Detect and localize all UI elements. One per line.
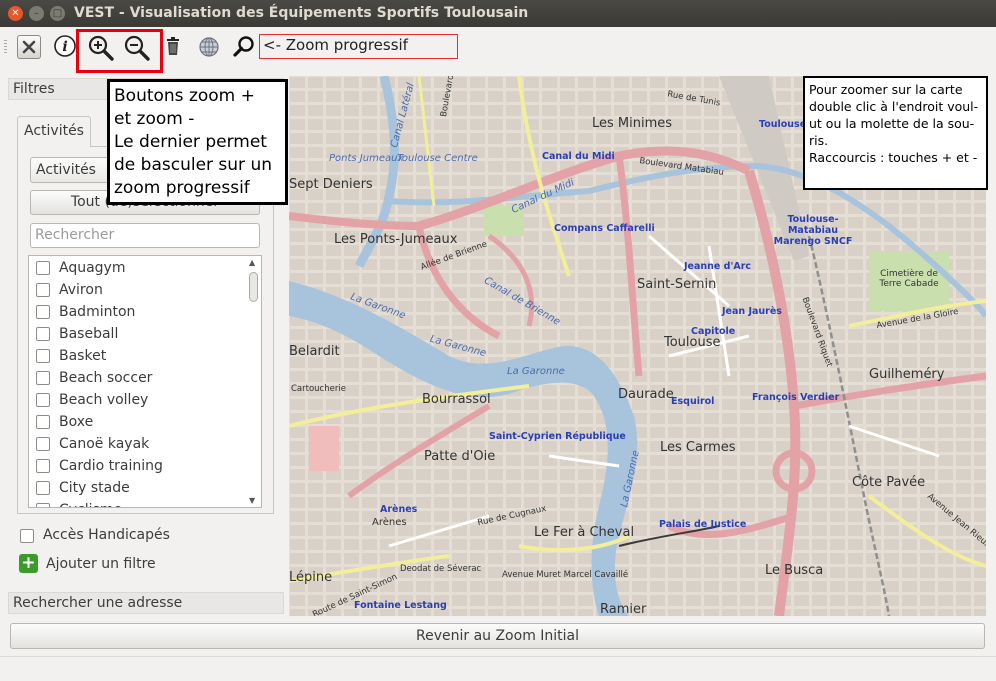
scroll-down-arrow-icon[interactable]: ▼ (249, 496, 255, 505)
map-label: Saint-Sernin (637, 277, 717, 292)
river-label: La Garonne (507, 366, 565, 377)
map-label: Le Fer à Cheval (534, 525, 635, 540)
list-item-label: Beach volley (59, 392, 149, 408)
svg-text:i: i (62, 39, 67, 55)
checkbox[interactable] (36, 349, 50, 363)
address-search-header[interactable]: Rechercher une adresse (8, 592, 284, 614)
checkbox[interactable] (36, 327, 50, 341)
station-label: Palais de Justice (659, 519, 747, 530)
map-label: Les Minimes (592, 116, 673, 131)
road-label: Deodat de Séverac (400, 564, 482, 574)
map-label: Bourrassol (422, 392, 491, 407)
tab-activites[interactable]: Activités (17, 116, 91, 147)
progressive-zoom-label: <- Zoom progressif (259, 34, 458, 59)
window-maximize-button[interactable]: □ (50, 6, 65, 21)
accessibility-label: Accès Handicapés (43, 527, 170, 543)
map-label: Daurade (618, 387, 674, 402)
window-title: VEST - Visualisation des Équipements Spo… (74, 5, 529, 21)
list-item-label: Cyclisme (59, 499, 122, 507)
checkbox[interactable] (36, 415, 50, 429)
x-square-icon[interactable] (17, 35, 41, 59)
map-label: Le Busca (765, 563, 824, 578)
list-item-label: Baseball (59, 326, 119, 342)
station-label: Jeanne d'Arc (684, 261, 752, 272)
list-item-label: Boxe (59, 414, 94, 430)
scroll-up-arrow-icon[interactable]: ▲ (249, 258, 255, 267)
info-icon[interactable]: i (52, 34, 78, 60)
river-label: Ponts Jumeaux (329, 153, 404, 164)
map-label: Patte d'Oie (424, 449, 496, 464)
map-label: Lépine (289, 570, 333, 585)
map-help-annotation: Pour zoomer sur la carte double clic à l… (803, 76, 988, 190)
activity-search-input[interactable]: Rechercher (30, 223, 260, 248)
checkbox[interactable] (36, 305, 50, 319)
river-label: Toulouse Centre (397, 153, 478, 164)
map-label: Belardit (289, 344, 340, 359)
list-item-label: Aquagym (59, 260, 126, 276)
station-label: Capitole (691, 326, 736, 337)
checkbox[interactable] (36, 437, 50, 451)
plus-icon: + (19, 554, 38, 573)
map-label: Toulouse (664, 335, 721, 350)
window-minimize-button[interactable]: – (29, 6, 44, 21)
station-label: Canal du Midi (542, 151, 615, 162)
scrollbar-thumb[interactable] (249, 272, 258, 302)
globe-icon[interactable] (196, 34, 222, 60)
map-label: Côte Pavée (852, 475, 926, 490)
checkbox[interactable] (36, 393, 50, 407)
map-label: Cimetière de Terre Cabade (879, 269, 939, 289)
station-label: François Verdier (752, 392, 840, 403)
list-item-label: Canoë kayak (59, 436, 150, 452)
accessibility-checkbox[interactable] (20, 529, 34, 543)
list-item-label: Aviron (59, 282, 103, 298)
checkbox[interactable] (36, 283, 50, 297)
list-item-label: Basket (59, 348, 107, 364)
map-label: Les Carmes (660, 440, 736, 455)
map-label: Arènes (372, 517, 407, 528)
station-label: Arènes (380, 504, 418, 515)
magnifier-icon[interactable] (232, 34, 258, 60)
road-label: Avenue Muret Marcel Cavaillé (502, 570, 629, 580)
list-scrollbar[interactable]: ▲ ▼ (248, 258, 259, 505)
road-label: Cartoucherie (291, 384, 346, 394)
title-bar: ✕ – □ VEST - Visualisation des Équipemen… (0, 0, 996, 27)
map-label: Sept Deniers (289, 177, 373, 192)
list-item-label: Beach soccer (59, 370, 153, 386)
status-bar (0, 656, 996, 681)
checkbox[interactable] (36, 371, 50, 385)
checkbox[interactable] (36, 503, 50, 507)
station-label: Toulouse-Matabiau Marengo SNCF (773, 214, 853, 247)
station-label: Fontaine Lestang (354, 600, 447, 611)
station-label: Jean Jaurès (722, 306, 782, 317)
station-label: Saint-Cyprien République (489, 431, 626, 442)
map-label: Guilheméry (869, 367, 945, 382)
map-label: Ramier (600, 602, 647, 616)
activity-list[interactable]: Aquagym Aviron Badminton Baseball Basket… (28, 255, 262, 508)
list-item-label: Badminton (59, 304, 136, 320)
checkbox[interactable] (36, 481, 50, 495)
station-label: Esquirol (671, 396, 715, 407)
zoom-buttons-highlight (76, 29, 163, 73)
station-label: Compans Caffarelli (554, 223, 655, 234)
map-label: Les Ponts-Jumeaux (334, 232, 458, 247)
list-item-label: City stade (59, 480, 130, 496)
reset-zoom-button[interactable]: Revenir au Zoom Initial (10, 623, 985, 649)
zoom-buttons-annotation: Boutons zoom + et zoom - Le dernier perm… (107, 79, 288, 205)
category-combo-value: Activités (36, 162, 96, 178)
window-close-button[interactable]: ✕ (8, 6, 23, 21)
trash-icon[interactable] (160, 34, 186, 60)
checkbox[interactable] (36, 459, 50, 473)
list-item-label: Cardio training (59, 458, 163, 474)
add-filter-label: Ajouter un filtre (46, 556, 156, 572)
toolbar-grip[interactable] (4, 40, 7, 54)
checkbox[interactable] (36, 261, 50, 275)
